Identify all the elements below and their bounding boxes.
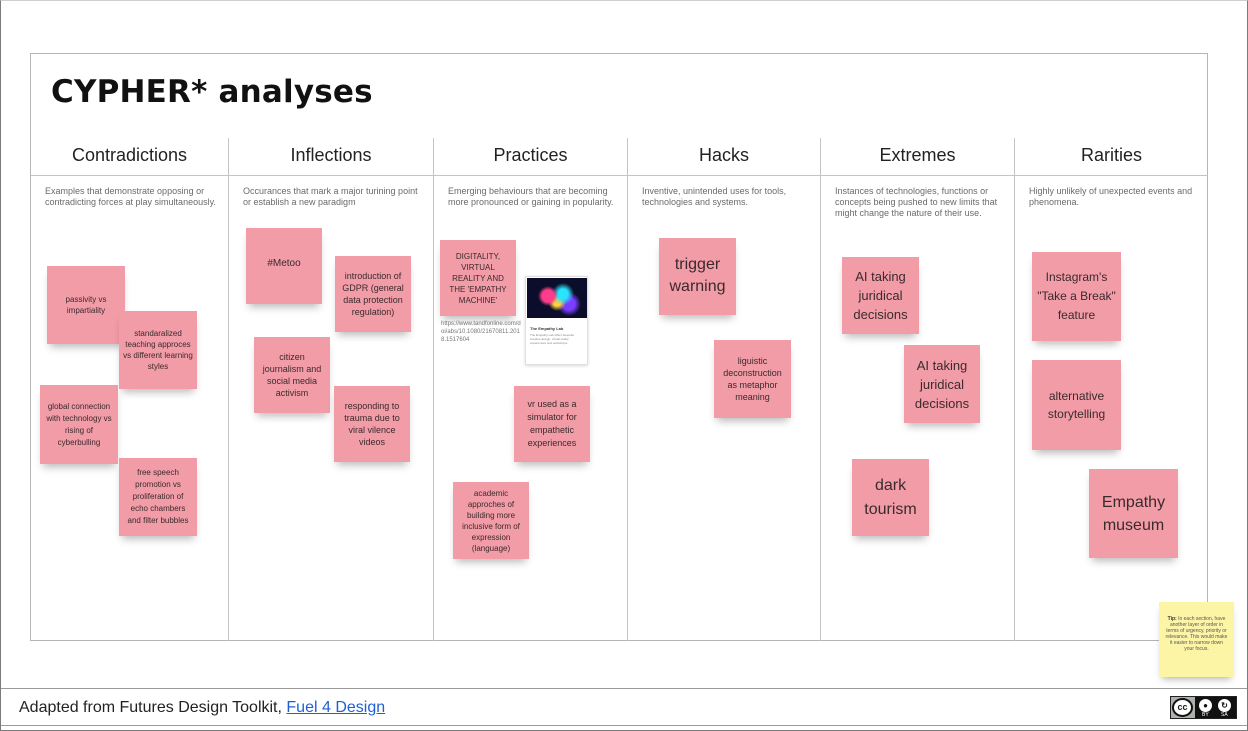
column-description: Emerging behaviours that are becoming mo… <box>448 186 614 207</box>
column-header: Practices <box>434 138 627 176</box>
column-header: Contradictions <box>31 138 228 176</box>
sa-label: SA <box>1221 712 1228 718</box>
cc-icon: cc <box>1172 698 1193 717</box>
sticky-note[interactable]: DIGITALITY, VIRTUAL REALITY AND THE 'EMP… <box>440 240 516 316</box>
board: CYPHER* analyses Contradictions Examples… <box>30 53 1208 641</box>
sticky-note[interactable]: Instagram's "Take a Break" feature <box>1032 252 1121 341</box>
cc-license-badge[interactable]: cc ● ↻ BY SA <box>1170 696 1237 719</box>
sticky-note[interactable]: #Metoo <box>246 228 322 304</box>
column-description: Occurances that mark a major turining po… <box>243 186 418 207</box>
sticky-note[interactable]: AI taking juridical decisions <box>904 345 980 423</box>
column-description: Examples that demonstrate opposing or co… <box>45 186 216 207</box>
column-description: Instances of technologies, functions or … <box>835 186 998 218</box>
sticky-note[interactable]: responding to trauma due to viral vilenc… <box>334 386 410 462</box>
sticky-note[interactable]: alternative storytelling <box>1032 360 1121 450</box>
sticky-note[interactable]: academic approches of building more incl… <box>453 482 529 559</box>
sticky-note[interactable]: global connection with technology vs ris… <box>40 385 118 464</box>
sticky-note[interactable]: passivity vs impartiality <box>47 266 125 344</box>
link-preview-image <box>527 278 587 318</box>
tip-text: In each section, have another layer of o… <box>1165 616 1228 652</box>
by-label: BY <box>1202 712 1209 718</box>
link-preview-title: The Empathy Lab <box>530 326 564 331</box>
sticky-note[interactable]: standaralized teaching approces vs diffe… <box>119 311 197 389</box>
link-url[interactable]: https://www.tandfonline.com/doi/abs/10.1… <box>441 320 521 344</box>
cc-by-sa-panel: ● ↻ BY SA <box>1195 697 1236 718</box>
board-title: CYPHER* analyses <box>51 74 373 110</box>
fuel4design-link[interactable]: Fuel 4 Design <box>286 699 385 716</box>
sticky-note[interactable]: trigger warning <box>659 238 736 315</box>
sticky-note[interactable]: introduction of GDPR (general data prote… <box>335 256 411 332</box>
link-preview-card[interactable]: The Empathy Lab The Empathy Lab offers b… <box>525 276 588 365</box>
sticky-note[interactable]: citizen journalism and social media acti… <box>254 337 330 413</box>
link-preview-text: The Empathy Lab offers bespoke creative … <box>530 333 575 345</box>
sticky-note[interactable]: dark tourism <box>852 459 929 536</box>
column-description: Highly unlikely of unexpected events and… <box>1029 186 1193 207</box>
column-header: Extremes <box>821 138 1014 176</box>
column-header: Rarities <box>1015 138 1208 176</box>
column-header: Inflections <box>229 138 433 176</box>
column-description: Inventive, unintended uses for tools, te… <box>642 186 787 207</box>
sticky-note[interactable]: AI taking juridical decisions <box>842 257 919 334</box>
sa-icon: ↻ <box>1218 699 1231 712</box>
column-header: Hacks <box>628 138 820 176</box>
sticky-note[interactable]: vr used as a simulator for empathetic ex… <box>514 386 590 462</box>
footer-credit-text: Adapted from Futures Design Toolkit, <box>19 699 282 716</box>
tip-note[interactable]: Tip: In each section, have another layer… <box>1159 602 1234 677</box>
footer: Adapted from Futures Design Toolkit, Fue… <box>1 688 1247 726</box>
by-icon: ● <box>1199 699 1212 712</box>
footer-credit: Adapted from Futures Design Toolkit, Fue… <box>19 699 385 717</box>
sticky-note[interactable]: liguistic deconstruction as metaphor mea… <box>714 340 791 418</box>
sticky-note[interactable]: Empathy museum <box>1089 469 1178 558</box>
sticky-note[interactable]: free speech promotion vs proliferation o… <box>119 458 197 536</box>
